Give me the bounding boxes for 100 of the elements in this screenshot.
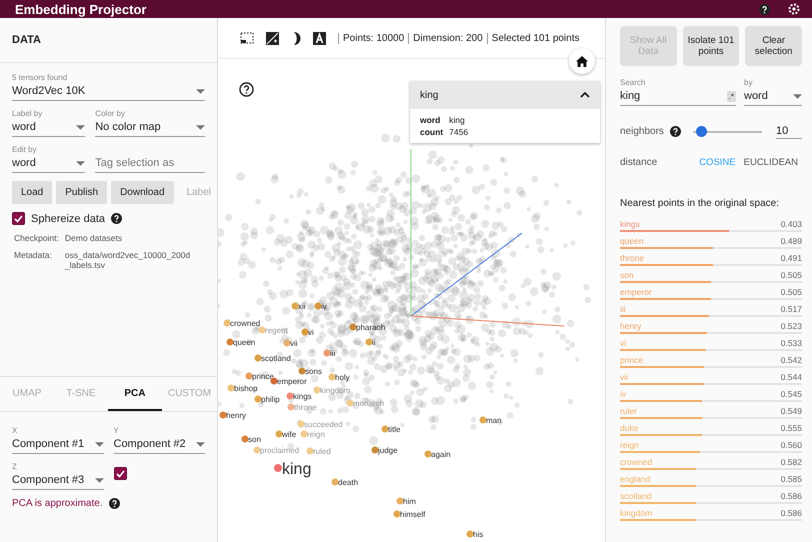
- section-title: DATA: [0, 18, 217, 63]
- stat-text: Dimension: 200: [408, 32, 487, 44]
- field-value: 7456: [449, 127, 470, 137]
- action-button[interactable]: Clear selection: [745, 26, 802, 66]
- point-label: him: [403, 497, 416, 506]
- point-label: bishop: [234, 384, 258, 393]
- neighbor-word[interactable]: crowned: [620, 457, 652, 467]
- x-component-dropdown[interactable]: Component #1: [12, 436, 104, 454]
- field-value: king: [449, 115, 466, 125]
- neighbor-word[interactable]: ruler: [620, 406, 638, 416]
- point-label: succeeded: [304, 420, 343, 429]
- point-label: monarch: [353, 399, 384, 408]
- card-title: king: [420, 90, 438, 100]
- field-label: Y: [114, 426, 120, 435]
- tag-input-field[interactable]: Tag selection as: [95, 155, 205, 173]
- stat-text: Selected 101 points: [486, 32, 584, 44]
- distance-label: distance: [620, 157, 658, 168]
- distance-value: 0.491: [780, 253, 802, 263]
- point-label: wife: [282, 430, 296, 439]
- edit-by-dropdown[interactable]: word: [12, 155, 86, 173]
- action-button[interactable]: Download: [111, 181, 174, 204]
- search-by-dropdown[interactable]: word: [744, 88, 802, 106]
- neighbor-word[interactable]: son: [620, 270, 634, 280]
- neighbor-word[interactable]: queen: [620, 236, 644, 246]
- section-title: Nearest points in the original space:: [620, 198, 780, 209]
- neighbor-word[interactable]: throne: [620, 253, 644, 263]
- neighbor-word[interactable]: emperor: [620, 287, 652, 297]
- z-component-dropdown[interactable]: Component #3: [12, 472, 104, 490]
- field-key: count: [420, 127, 444, 137]
- projection-tab[interactable]: CUSTOM: [162, 377, 218, 411]
- distance-value: 0.489: [780, 236, 802, 246]
- distance-value: 0.505: [780, 287, 802, 297]
- point-label: scotland: [261, 354, 291, 363]
- distance-value: 0.542: [780, 355, 802, 365]
- distance-value: 0.517: [780, 304, 802, 314]
- action-button[interactable]: Load: [12, 181, 52, 204]
- distance-value: 0.505: [780, 270, 802, 280]
- projection-tab[interactable]: UMAP: [0, 377, 54, 411]
- distance-value: 0.555: [780, 423, 802, 433]
- y-component-dropdown[interactable]: Component #2: [114, 436, 205, 454]
- point-label: proclaimed: [260, 446, 300, 455]
- distance-value: 0.523: [780, 321, 802, 331]
- note-text: PCA is approximate.: [12, 498, 103, 509]
- point-label: xii: [298, 302, 306, 311]
- color-by-dropdown[interactable]: No color map: [95, 119, 205, 137]
- action-button[interactable]: Publish: [56, 181, 108, 204]
- point-label: vi: [308, 328, 314, 337]
- neighbor-word[interactable]: vi: [620, 338, 626, 348]
- search-field[interactable]: king .*: [620, 88, 736, 106]
- neighbor-word[interactable]: henry: [620, 321, 642, 331]
- distance-option[interactable]: EUCLIDEAN: [740, 157, 802, 168]
- distance-value: 0.533: [780, 338, 802, 348]
- neighbor-word[interactable]: prince: [620, 355, 644, 365]
- projection-tab[interactable]: T-SNE: [54, 377, 108, 411]
- point-label: vii: [290, 339, 298, 348]
- field-label: Label by: [12, 109, 44, 118]
- neighbor-word[interactable]: iii: [620, 304, 626, 314]
- distance-option[interactable]: COSINE: [695, 157, 740, 168]
- point-label: kings: [293, 392, 312, 401]
- projection-tab[interactable]: PCA: [108, 377, 162, 411]
- point-label: queen: [233, 338, 256, 347]
- tensor-dropdown[interactable]: Word2Vec 10K: [12, 83, 205, 101]
- neighbor-word[interactable]: reign: [620, 440, 639, 450]
- point-label: ruled: [313, 447, 331, 456]
- info-value: Demo datasets: [64, 233, 124, 243]
- point-label: himself: [400, 510, 426, 519]
- field-label: Search: [620, 78, 646, 87]
- field-label: Z: [12, 462, 18, 471]
- distance-value: 0.560: [780, 440, 802, 450]
- neighbor-word[interactable]: england: [620, 474, 650, 484]
- stat-text: Points: 10000: [338, 32, 408, 44]
- neighbor-word[interactable]: duke: [620, 423, 638, 433]
- distance-value: 0.582: [780, 457, 802, 467]
- point-label: son: [248, 435, 261, 444]
- neighbor-word[interactable]: vii: [620, 372, 628, 382]
- action-button[interactable]: Isolate 101 points: [682, 26, 740, 66]
- neighbor-word[interactable]: scotland: [620, 491, 652, 501]
- point-label: philip: [261, 395, 280, 404]
- info-label: Metadata:: [14, 250, 53, 262]
- point-label: kingdom: [320, 386, 350, 395]
- neighbors-input-field[interactable]: 10: [776, 124, 802, 139]
- neighbor-word[interactable]: kingdom: [620, 508, 652, 518]
- neighbor-word[interactable]: iv: [620, 389, 626, 399]
- point-label: his: [473, 530, 484, 539]
- info-label: Checkpoint:: [14, 233, 59, 243]
- info-value: oss_data/word2vec_10000_200d_labels.tsv: [64, 250, 192, 270]
- neighbor-word[interactable]: kings: [620, 219, 640, 229]
- regex-toggle[interactable]: .*: [726, 90, 736, 102]
- point-label: crowned: [230, 319, 260, 328]
- field-key: word: [420, 115, 444, 125]
- point-label: throne: [294, 403, 317, 412]
- field-label: by: [744, 78, 754, 87]
- point-label: ii: [372, 338, 376, 347]
- label-by-dropdown[interactable]: word: [12, 119, 86, 137]
- point-label: reign: [307, 430, 325, 439]
- point-label: death: [338, 478, 358, 487]
- point-label: man: [486, 416, 502, 425]
- point-label: iii: [330, 349, 336, 358]
- point-label: prince: [252, 372, 274, 381]
- point-label: sons: [305, 367, 322, 376]
